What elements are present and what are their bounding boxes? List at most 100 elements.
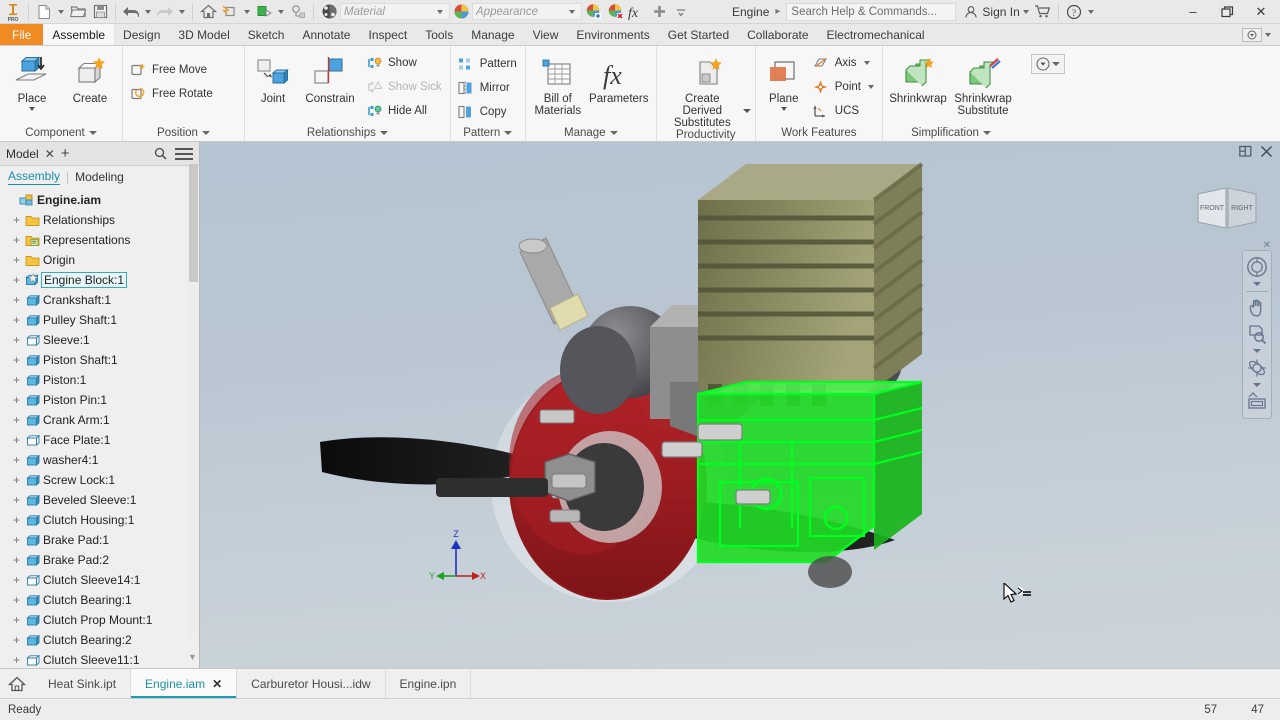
tree-node[interactable]: + Brake Pad:2 (0, 550, 199, 570)
expand-plus-icon[interactable]: + (10, 274, 23, 286)
create-derived-substitutes-button[interactable]: Create Derived Substitutes (665, 50, 751, 129)
fx-icon[interactable]: fx (626, 1, 648, 23)
chevron-down-icon[interactable] (1253, 383, 1261, 387)
chevron-down-icon[interactable] (29, 107, 35, 111)
redo-arrow-icon[interactable] (154, 1, 176, 23)
ribbon-tab-assemble[interactable]: Assemble (43, 24, 115, 45)
open-folder-icon[interactable] (67, 1, 89, 23)
tree-node[interactable]: + Relationships (0, 210, 199, 230)
orbit-icon[interactable] (1244, 356, 1270, 380)
chevron-down-icon[interactable] (1022, 9, 1029, 14)
panel-title-manage[interactable]: Manage (526, 124, 656, 141)
tree-scroll-down-icon[interactable]: ▼ (187, 651, 198, 662)
ribbon-tab-annotate[interactable]: Annotate (293, 24, 359, 45)
tree-node[interactable]: + Clutch Prop Mount:1 (0, 610, 199, 630)
chevron-down-icon[interactable] (88, 130, 97, 135)
constrain-button[interactable]: Constrain (299, 50, 361, 105)
expand-plus-icon[interactable]: + (10, 474, 23, 486)
point-button[interactable]: Point (810, 76, 878, 98)
ribbon-tab-design[interactable]: Design (114, 24, 169, 45)
new-document-icon[interactable] (33, 1, 55, 23)
ribbon-tab-get-started[interactable]: Get Started (659, 24, 738, 45)
plus-icon[interactable] (648, 1, 670, 23)
chevron-down-icon[interactable] (1265, 32, 1271, 37)
plane-button[interactable]: Plane (760, 50, 808, 111)
chevron-down-icon[interactable] (379, 130, 388, 135)
expand-plus-icon[interactable]: + (10, 514, 23, 526)
mirror-button[interactable]: Mirror (455, 77, 521, 99)
expand-plus-icon[interactable]: + (10, 254, 23, 266)
ucs-button[interactable]: UCS (810, 100, 878, 122)
ribbon-tab-3d-model[interactable]: 3D Model (169, 24, 238, 45)
tree-node[interactable]: + Clutch Sleeve14:1 (0, 570, 199, 590)
expand-plus-icon[interactable]: + (10, 554, 23, 566)
parameters-button[interactable]: fx Parameters (586, 50, 652, 105)
tree-node[interactable]: + Piston Shaft:1 (0, 350, 199, 370)
tree-node[interactable]: + Face Plate:1 (0, 430, 199, 450)
expand-plus-icon[interactable]: + (10, 294, 23, 306)
joint-button[interactable]: Joint (249, 50, 297, 105)
home-icon[interactable] (0, 669, 34, 698)
help-question-icon[interactable]: ? (1063, 1, 1085, 23)
sign-in-button[interactable]: Sign In (964, 5, 1020, 19)
scroll-thumb[interactable] (189, 164, 198, 282)
expand-plus-icon[interactable]: + (10, 594, 23, 606)
expand-plus-icon[interactable]: + (10, 494, 23, 506)
expand-plus-icon[interactable]: + (10, 414, 23, 426)
show-relationship-button[interactable]: Show (363, 52, 446, 74)
ribbon-tab-inspect[interactable]: Inspect (359, 24, 416, 45)
tree-node[interactable]: + Screw Lock:1 (0, 470, 199, 490)
close-icon[interactable]: ✕ (1263, 240, 1271, 251)
chevron-down-icon[interactable] (1253, 282, 1261, 286)
search-icon[interactable] (154, 147, 167, 160)
ribbon-tab-collaborate[interactable]: Collaborate (738, 24, 817, 45)
chevron-down-icon[interactable] (867, 85, 874, 89)
expand-plus-icon[interactable]: + (10, 354, 23, 366)
tree-node[interactable]: + Piston Pin:1 (0, 390, 199, 410)
create-component-button[interactable]: Create (62, 50, 118, 105)
shopping-cart-icon[interactable] (1032, 1, 1054, 23)
expand-plus-icon[interactable]: + (10, 334, 23, 346)
panel-title-relationships[interactable]: Relationships (245, 124, 450, 141)
document-tab[interactable]: Engine.iam ✕ (131, 669, 238, 698)
graphics-viewport[interactable]: thaco FRONT RIGHT ✕ (200, 142, 1280, 668)
chevron-down-icon[interactable] (437, 9, 443, 14)
axis-button[interactable]: Axis (810, 52, 878, 74)
place-component-button[interactable]: Place (4, 50, 60, 111)
expand-plus-icon[interactable]: + (10, 614, 23, 626)
chevron-down-icon[interactable] (278, 9, 284, 14)
chevron-down-icon[interactable] (179, 9, 185, 14)
tree-node[interactable]: + Piston:1 (0, 370, 199, 390)
chevron-down-icon[interactable] (201, 130, 210, 135)
chevron-down-icon[interactable] (863, 61, 870, 65)
pan-hand-icon[interactable] (1244, 296, 1270, 320)
tree-node[interactable]: + Clutch Sleeve11:1 (0, 650, 199, 668)
material-dropdown[interactable]: Material (340, 3, 450, 20)
ribbon-tab-view[interactable]: View (524, 24, 568, 45)
tree-node[interactable]: + Beveled Sleeve:1 (0, 490, 199, 510)
chevron-down-icon[interactable] (1253, 349, 1261, 353)
shrinkwrap-button[interactable]: Shrinkwrap (887, 50, 949, 105)
tree-node[interactable]: + Representations (0, 230, 199, 250)
chevron-down-icon[interactable] (982, 130, 991, 135)
chevron-down-icon[interactable] (1087, 9, 1094, 14)
shrinkwrap-substitute-button[interactable]: Shrinkwrap Substitute (951, 50, 1015, 117)
chevron-down-icon[interactable] (145, 9, 151, 14)
return-icon[interactable] (219, 1, 241, 23)
pattern-button[interactable]: Pattern (455, 53, 521, 75)
ribbon-tab-tools[interactable]: Tools (416, 24, 462, 45)
ribbon-tab-sketch[interactable]: Sketch (239, 24, 294, 45)
chevron-down-icon[interactable] (569, 9, 575, 14)
expand-plus-icon[interactable]: + (10, 454, 23, 466)
tab-modeling[interactable]: Modeling (75, 170, 124, 184)
expand-plus-icon[interactable]: + (10, 654, 23, 666)
expand-plus-icon[interactable]: + (10, 634, 23, 646)
save-disk-icon[interactable] (89, 1, 111, 23)
ribbon-tab-manage[interactable]: Manage (462, 24, 523, 45)
tree-node[interactable]: + washer4:1 (0, 450, 199, 470)
search-input[interactable]: Search Help & Commands... (786, 2, 957, 21)
tree-node[interactable]: + Clutch Bearing:2 (0, 630, 199, 650)
document-tab[interactable]: Carburetor Housi...idw (237, 669, 386, 698)
tree-node[interactable]: + Clutch Bearing:1 (0, 590, 199, 610)
tree-node[interactable]: + Sleeve:1 (0, 330, 199, 350)
